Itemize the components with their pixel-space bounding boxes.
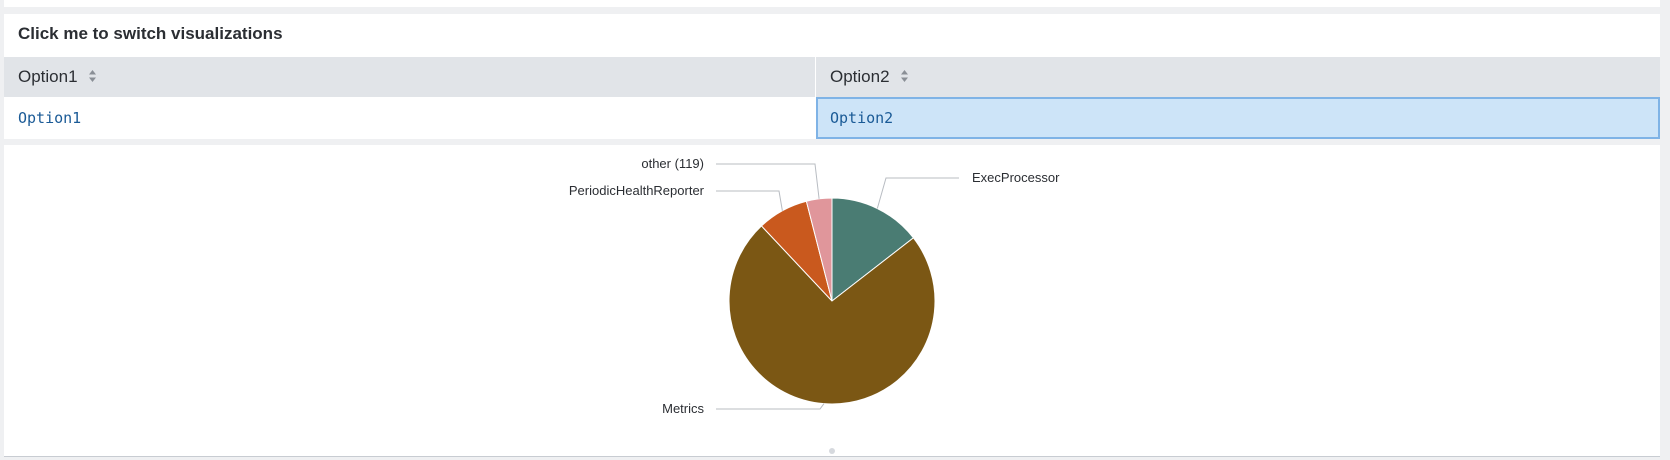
leader-line	[716, 163, 820, 199]
pie-label: other (119)	[641, 156, 704, 171]
pie-chart: ExecProcessor Metrics PeriodicHealthReport…	[569, 156, 1060, 454]
sort-icon[interactable]	[88, 58, 97, 98]
pie-label: Metrics	[662, 401, 704, 416]
table-panel: Click me to switch visualizations Option…	[4, 14, 1660, 139]
top-panel-strip	[4, 0, 1660, 7]
sort-icon[interactable]	[900, 58, 909, 98]
table-cell-option1[interactable]: Option1	[4, 97, 815, 139]
chart-panel: ExecProcessor Metrics PeriodicHealthReport…	[4, 145, 1660, 457]
column-header-label: Option1	[18, 67, 78, 86]
column-header-option1[interactable]: Option1	[4, 57, 815, 97]
leader-line	[716, 190, 783, 211]
table-header: Option1 Option2	[4, 57, 1660, 97]
pie-label: PeriodicHealthReporter	[569, 183, 705, 198]
column-header-label: Option2	[830, 67, 890, 86]
column-header-option2[interactable]: Option2	[816, 57, 1660, 97]
resize-handle[interactable]	[829, 448, 835, 454]
table-body: Option1 Option2	[4, 97, 1660, 139]
panel-title[interactable]: Click me to switch visualizations	[18, 24, 283, 44]
leader-line	[876, 177, 959, 209]
pie-label: ExecProcessor	[972, 170, 1060, 185]
leader-line	[716, 403, 825, 410]
panel-bottom-border	[4, 456, 1660, 457]
table-cell-option2-selected[interactable]: Option2	[816, 97, 1660, 139]
column-divider	[815, 57, 816, 139]
